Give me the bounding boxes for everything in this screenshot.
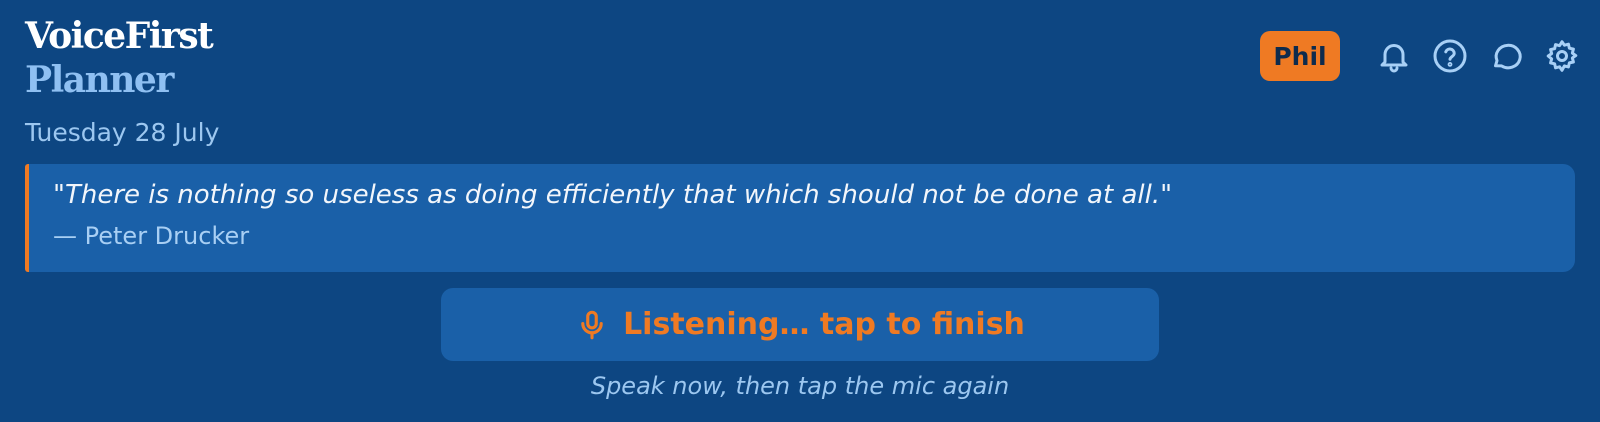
settings-button[interactable] <box>1542 36 1582 76</box>
help-button[interactable] <box>1430 36 1470 76</box>
voice-record-button[interactable]: Listening… tap to finish <box>441 288 1159 361</box>
voice-button-label: Listening… tap to finish <box>623 307 1025 342</box>
help-icon <box>1433 39 1467 73</box>
user-badge[interactable]: Phil <box>1260 31 1340 81</box>
quote-card: "There is nothing so useless as doing ef… <box>25 164 1575 272</box>
mic-icon <box>581 310 603 339</box>
brand-title: VoiceFirst <box>25 15 214 57</box>
quote-author: — Peter Drucker <box>53 222 250 250</box>
chat-button[interactable] <box>1486 36 1526 76</box>
bell-icon <box>1380 44 1408 73</box>
app-logo: VoiceFirst Planner <box>25 14 214 102</box>
header-actions: Phil <box>1260 31 1582 81</box>
notifications-button[interactable] <box>1374 36 1414 76</box>
voice-hint: Speak now, then tap the mic again <box>590 372 1010 400</box>
settings-icon <box>1546 40 1578 72</box>
quote-text: "There is nothing so useless as doing ef… <box>53 180 1173 210</box>
chat-icon <box>1494 43 1522 70</box>
brand-subtitle: Planner <box>25 59 174 101</box>
current-date: Tuesday 28 July <box>25 118 220 147</box>
